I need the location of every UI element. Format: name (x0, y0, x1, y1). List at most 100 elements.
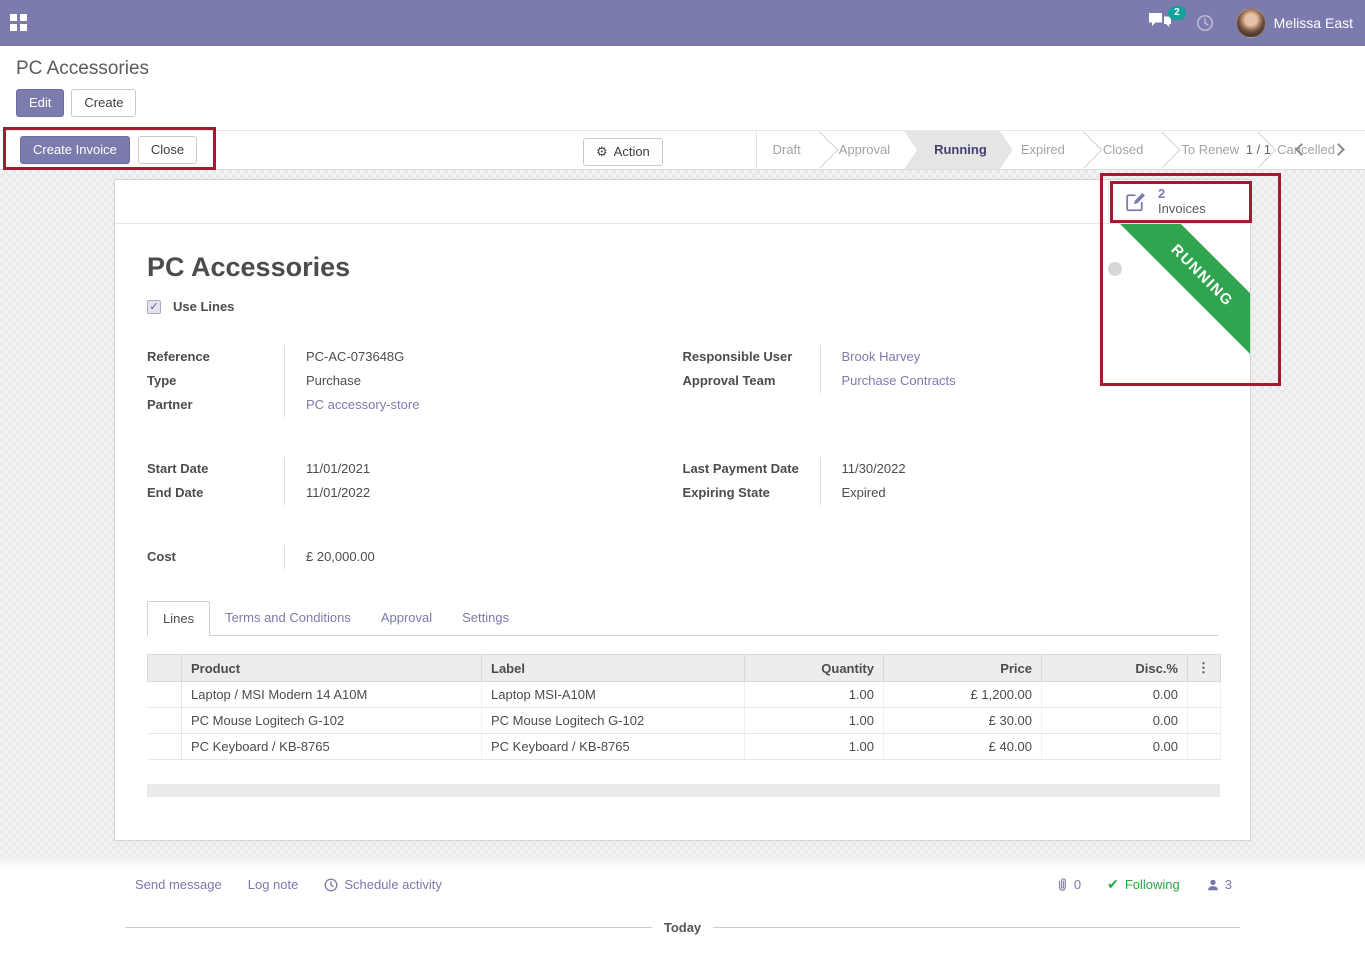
today-label: Today (664, 920, 701, 935)
field-group-left-1: Reference PC-AC-073648G Type Purchase Pa… (147, 345, 683, 417)
reference-label: Reference (147, 345, 284, 369)
cell-price: £ 40.00 (884, 734, 1042, 760)
last-payment-date-label: Last Payment Date (683, 457, 820, 481)
cell-product: PC Keyboard / KB-8765 (182, 734, 482, 760)
column-header-disc[interactable]: Disc.% (1042, 655, 1188, 682)
schedule-clock-icon (324, 878, 338, 892)
attachments-button[interactable]: 0 (1055, 877, 1081, 892)
field-group-right-2: Last Payment Date 11/30/2022 Expiring St… (683, 457, 1219, 505)
cell-quantity: 1.00 (745, 682, 884, 708)
action-label: Action (614, 143, 650, 161)
app-window: 2 Melissa East PC Accessories Edit Creat… (0, 0, 1365, 954)
optional-columns-icon[interactable]: ⋮ (1188, 655, 1221, 682)
messages-count-badge: 2 (1168, 6, 1186, 20)
cell-product: PC Mouse Logitech G-102 (182, 708, 482, 734)
person-icon (1206, 878, 1220, 892)
expiring-state-label: Expiring State (683, 481, 820, 505)
invoices-stat-button[interactable]: 2 Invoices (1108, 180, 1250, 223)
table-row[interactable]: PC Keyboard / KB-8765 PC Keyboard / KB-8… (148, 734, 1221, 760)
table-row[interactable]: PC Mouse Logitech G-102 PC Mouse Logitec… (148, 708, 1221, 734)
create-invoice-button[interactable]: Create Invoice (20, 136, 130, 164)
column-header-price[interactable]: Price (884, 655, 1042, 682)
invoices-label: Invoices (1158, 202, 1206, 217)
create-button[interactable]: Create (71, 89, 136, 117)
row-handle (148, 708, 182, 734)
field-group-left-3: Cost £ 20,000.00 (147, 545, 683, 569)
pager-next-icon[interactable] (1332, 143, 1345, 156)
button-box: 2 Invoices (115, 180, 1250, 224)
send-message-label: Send message (135, 877, 222, 892)
end-date-label: End Date (147, 481, 284, 505)
partner-link[interactable]: PC accessory-store (306, 397, 419, 412)
send-message-button[interactable]: Send message (135, 877, 222, 892)
column-header-quantity[interactable]: Quantity (745, 655, 884, 682)
reference-value: PC-AC-073648G (284, 345, 641, 369)
following-label: Following (1125, 877, 1180, 892)
pencil-square-icon (1123, 189, 1148, 214)
handle-column-header (148, 655, 182, 682)
use-lines-label: Use Lines (173, 299, 234, 314)
today-divider: Today (125, 920, 1240, 935)
field-group-left-2: Start Date 11/01/2021 End Date 11/01/202… (147, 457, 683, 505)
cost-label: Cost (147, 545, 284, 569)
cell-quantity: 1.00 (745, 734, 884, 760)
start-date-label: Start Date (147, 457, 284, 481)
tab-settings[interactable]: Settings (447, 601, 524, 635)
cell-disc: 0.00 (1042, 682, 1188, 708)
cell-disc: 0.00 (1042, 708, 1188, 734)
followers-count: 3 (1225, 877, 1232, 892)
action-button[interactable]: ⚙ Action (583, 138, 663, 166)
column-header-product[interactable]: Product (182, 655, 482, 682)
row-handle (148, 734, 182, 760)
close-button[interactable]: Close (138, 136, 197, 164)
following-button[interactable]: ✔ Following (1107, 876, 1180, 893)
cell-quantity: 1.00 (745, 708, 884, 734)
start-date-value: 11/01/2021 (284, 457, 641, 481)
tab-terms-and-conditions[interactable]: Terms and Conditions (210, 601, 366, 635)
check-icon: ✔ (1107, 876, 1119, 893)
edit-button[interactable]: Edit (16, 89, 64, 117)
partner-label: Partner (147, 393, 284, 417)
expiring-state-value: Expired (820, 481, 1177, 505)
notebook-tabs: Lines Terms and Conditions Approval Sett… (147, 601, 1218, 636)
status-dot (1108, 262, 1122, 276)
breadcrumb: PC Accessories (16, 58, 1349, 80)
messages-menu[interactable]: 2 (1148, 12, 1174, 34)
end-date-value: 11/01/2022 (284, 481, 641, 505)
cell-product: Laptop / MSI Modern 14 A10M (182, 682, 482, 708)
form-view-background: 2 Invoices RUNNING PC Accessories ✓ Use … (0, 170, 1365, 855)
paperclip-icon (1055, 877, 1069, 892)
cell-label: PC Mouse Logitech G-102 (482, 708, 745, 734)
followers-button[interactable]: 3 (1206, 877, 1232, 892)
log-note-button[interactable]: Log note (248, 877, 299, 892)
responsible-user-link[interactable]: Brook Harvey (842, 349, 921, 364)
column-header-label[interactable]: Label (482, 655, 745, 682)
lines-table: Product Label Quantity Price Disc.% ⋮ La… (147, 654, 1221, 760)
tab-lines[interactable]: Lines (147, 601, 210, 636)
top-navbar: 2 Melissa East (0, 0, 1365, 46)
table-row[interactable]: Laptop / MSI Modern 14 A10M Laptop MSI-A… (148, 682, 1221, 708)
field-group-right-1: Responsible User Brook Harvey Approval T… (683, 345, 1219, 417)
cell-price: £ 30.00 (884, 708, 1042, 734)
user-avatar (1236, 8, 1266, 38)
statusbar: Create Invoice Close Draft Approval Runn… (0, 130, 1365, 170)
user-name: Melissa East (1274, 15, 1353, 31)
approval-team-link[interactable]: Purchase Contracts (842, 373, 956, 388)
log-note-label: Log note (248, 877, 299, 892)
schedule-activity-button[interactable]: Schedule activity (324, 877, 442, 892)
status-step-running[interactable]: Running (904, 131, 1013, 169)
activities-clock-icon[interactable] (1196, 14, 1214, 32)
invoices-count: 2 (1158, 187, 1206, 202)
status-steps: Draft Approval Running Expired Closed To… (756, 131, 1365, 169)
user-menu[interactable]: Melissa East (1236, 8, 1353, 38)
type-label: Type (147, 369, 284, 393)
table-header-row: Product Label Quantity Price Disc.% ⋮ (148, 655, 1221, 682)
tab-approval[interactable]: Approval (366, 601, 447, 635)
form-sheet: 2 Invoices RUNNING PC Accessories ✓ Use … (114, 179, 1251, 841)
pager-previous-icon[interactable] (1295, 143, 1308, 156)
apps-menu-icon[interactable] (10, 14, 28, 32)
cell-disc: 0.00 (1042, 734, 1188, 760)
use-lines-checkbox[interactable]: ✓ (147, 300, 161, 314)
control-panel: PC Accessories Edit Create ⚙ Action 1 / … (0, 46, 1365, 130)
schedule-activity-label: Schedule activity (344, 877, 442, 892)
